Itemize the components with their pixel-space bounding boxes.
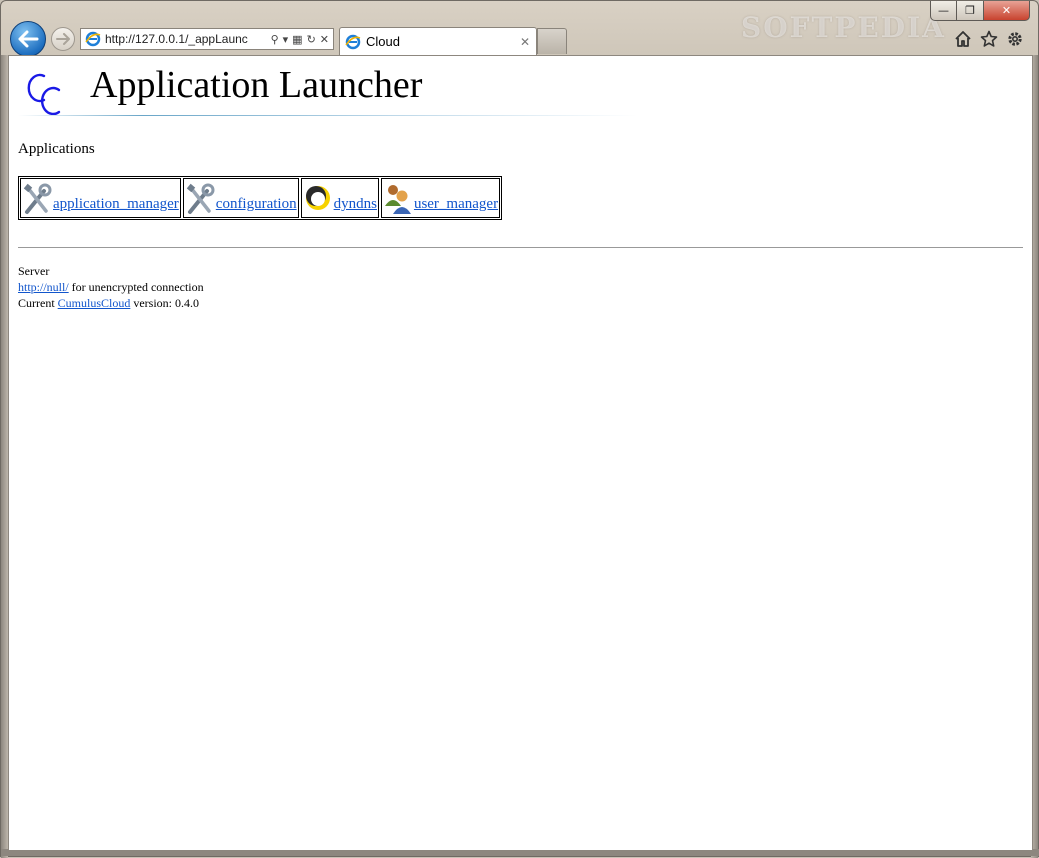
dropdown-icon[interactable]: ▾ [283, 33, 289, 46]
server-info: Server http://null/ for unencrypted conn… [18, 263, 204, 311]
horizontal-rule [18, 247, 1023, 248]
version-line: Current CumulusCloud version: 0.4.0 [18, 295, 204, 311]
forward-button[interactable] [51, 27, 75, 51]
server-link[interactable]: http://null/ [18, 280, 69, 294]
tab-cloud[interactable]: Cloud ✕ [339, 27, 537, 55]
page-header: Application Launcher [18, 64, 638, 118]
ie-icon [345, 34, 361, 49]
version-prefix: Current [18, 296, 58, 310]
tab-close-icon[interactable]: ✕ [520, 35, 530, 49]
header-rule [18, 115, 638, 116]
search-icon[interactable]: ⚲ [271, 33, 279, 46]
users-icon[interactable] [383, 182, 413, 216]
new-tab-button[interactable] [537, 28, 567, 54]
page-content: Application Launcher Applications applic… [8, 55, 1033, 851]
home-icon[interactable] [954, 30, 972, 48]
minimize-button[interactable]: — [930, 1, 957, 21]
app-link-dyndns[interactable]: dyndns [334, 196, 377, 213]
browser-window: SOFTPEDIA — ❐ ✕ http://127.0.0.1/_appLau… [0, 0, 1039, 858]
refresh-icon[interactable]: ↻ [307, 33, 316, 46]
product-link[interactable]: CumulusCloud [58, 296, 131, 310]
tools-icon[interactable] [22, 182, 52, 216]
dyndns-ring-icon[interactable] [303, 182, 333, 216]
server-connection-line: http://null/ for unencrypted connection [18, 279, 204, 295]
version-suffix: version: 0.4.0 [130, 296, 200, 310]
maximize-button[interactable]: ❐ [957, 1, 984, 21]
server-link-suffix: for unencrypted connection [68, 280, 204, 294]
address-actions: ⚲ ▾ ▦ ↻ ✕ [271, 33, 329, 46]
app-user-manager: user_manager [380, 178, 501, 218]
back-arrow-icon [18, 30, 39, 48]
tab-title: Cloud [366, 34, 400, 49]
app-link-configuration[interactable]: configuration [216, 196, 297, 213]
app-dyndns: dyndns [300, 178, 379, 218]
ie-icon [85, 31, 101, 47]
browser-toolbar-right [954, 30, 1024, 48]
app-link-user-manager[interactable]: user_manager [414, 196, 498, 213]
stop-icon[interactable]: ✕ [320, 33, 329, 46]
page-title: Application Launcher [90, 64, 423, 106]
app-configuration: configuration [182, 178, 299, 218]
favorites-star-icon[interactable] [980, 30, 998, 48]
app-link-application-manager[interactable]: application_manager [53, 196, 179, 213]
frame-left [1, 55, 8, 858]
gear-icon[interactable] [1006, 30, 1024, 48]
window-controls: — ❐ ✕ [930, 1, 1030, 21]
tools-icon[interactable] [185, 182, 215, 216]
close-window-button[interactable]: ✕ [984, 1, 1030, 21]
forward-arrow-icon [56, 33, 70, 45]
watermark: SOFTPEDIA [741, 11, 946, 44]
app-application-manager: application_manager [20, 178, 181, 218]
server-heading: Server [18, 264, 50, 278]
applications-table: application_manager configuration dyndns [18, 176, 503, 220]
back-button[interactable] [10, 21, 46, 57]
applications-heading: Applications [18, 141, 95, 157]
address-bar[interactable]: http://127.0.0.1/_appLaunc ⚲ ▾ ▦ ↻ ✕ [80, 28, 334, 50]
cumuluscloud-logo [27, 73, 61, 116]
address-url[interactable]: http://127.0.0.1/_appLaunc [105, 32, 271, 46]
compat-view-icon[interactable]: ▦ [292, 33, 302, 46]
